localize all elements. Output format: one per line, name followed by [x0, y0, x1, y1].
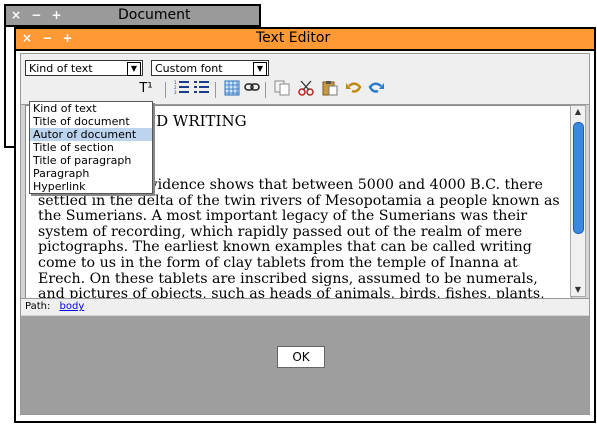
dropdown-option[interactable]: Kind of text — [30, 102, 152, 115]
editor-window-controls[interactable]: × − + — [22, 31, 76, 45]
text-editor-titlebar[interactable]: × − + Text Editor — [16, 29, 594, 51]
redo-icon[interactable] — [367, 80, 385, 98]
font-select-value: Custom font — [155, 62, 223, 75]
scrollbar-thumb[interactable] — [573, 122, 584, 234]
paste-icon[interactable] — [321, 80, 339, 98]
text-editor-window: × − + Text Editor Kind of text ▼ Custom … — [14, 27, 596, 423]
toolbar-divider — [215, 82, 216, 98]
kind-of-text-select[interactable]: Kind of text ▼ — [25, 60, 143, 76]
editor-window-title: Text Editor — [256, 30, 331, 46]
copy-icon[interactable] — [273, 80, 291, 98]
scroll-down-icon[interactable]: ▼ — [571, 284, 585, 296]
dropdown-option[interactable]: Title of document — [30, 115, 152, 128]
link-icon[interactable] — [243, 80, 261, 98]
dropdown-option[interactable]: Title of section — [30, 141, 152, 154]
dropdown-option-selected[interactable]: Autor of document — [30, 128, 152, 141]
font-select[interactable]: Custom font ▼ — [151, 60, 269, 76]
path-link-body[interactable]: body — [60, 301, 85, 312]
path-label: Path: — [25, 301, 51, 312]
kind-of-text-dropdown: Kind of text Title of document Autor of … — [29, 101, 153, 194]
editor-toolbar: Kind of text ▼ Custom font ▼ T¹ 123 — [21, 54, 589, 105]
document-window-title: Document — [118, 7, 191, 23]
chevron-down-icon[interactable]: ▼ — [253, 62, 267, 76]
dialog-button-area: OK — [21, 316, 589, 414]
superscript-button[interactable]: T¹ — [137, 80, 155, 98]
ok-button[interactable]: OK — [277, 346, 325, 368]
ordered-list-icon[interactable]: 123 — [173, 80, 191, 98]
toolbar-divider — [265, 82, 266, 98]
scissors-icon[interactable] — [297, 80, 315, 98]
dropdown-option[interactable]: Hyperlink — [30, 180, 152, 193]
document-window-controls[interactable]: × − + — [11, 8, 65, 22]
unordered-list-icon[interactable] — [193, 80, 211, 98]
dropdown-option[interactable]: Title of paragraph — [30, 154, 152, 167]
editor-body: Kind of text ▼ Custom font ▼ T¹ 123 ND W… — [20, 53, 590, 415]
table-icon[interactable] — [223, 80, 241, 98]
scroll-up-icon[interactable]: ▲ — [571, 106, 585, 118]
vertical-scrollbar[interactable]: ▲ ▼ — [570, 105, 586, 297]
chevron-down-icon[interactable]: ▼ — [127, 62, 141, 76]
dropdown-option[interactable]: Paragraph — [30, 167, 152, 180]
kind-of-text-value: Kind of text — [29, 62, 93, 75]
undo-icon[interactable] — [345, 80, 363, 98]
document-titlebar[interactable]: × − + Document — [6, 6, 259, 27]
document-heading: ND WRITING — [143, 112, 247, 130]
document-paragraph: Archeological evidence shows that betwee… — [38, 177, 560, 299]
svg-text:3: 3 — [174, 90, 177, 94]
path-bar: Path: body — [21, 298, 589, 315]
toolbar-divider — [165, 82, 166, 98]
